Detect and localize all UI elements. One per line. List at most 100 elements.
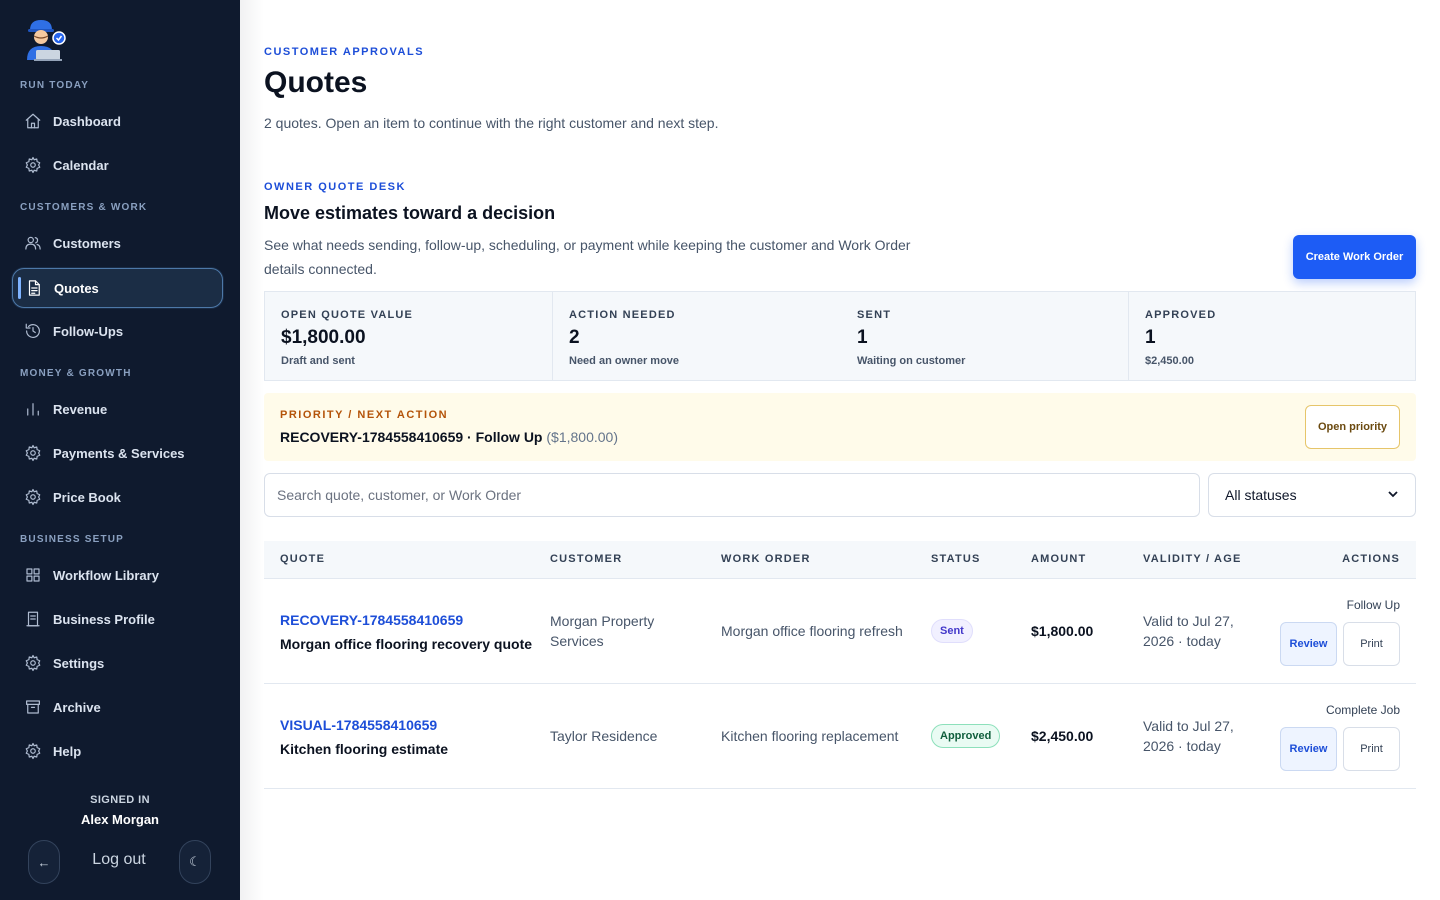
desk-eyebrow: OWNER QUOTE DESK (264, 181, 406, 193)
gear-icon (24, 156, 42, 174)
logout-button[interactable]: Log out (60, 851, 178, 869)
app-logo-icon[interactable] (22, 16, 68, 64)
gear-icon (24, 444, 42, 462)
status-filter-select[interactable]: All statuses (1208, 473, 1416, 517)
stat-label: OPEN QUOTE VALUE (281, 309, 414, 321)
sidebar-item-follow-ups[interactable]: Follow-Ups (12, 311, 223, 351)
priority-amount: ($1,800.00) (546, 429, 618, 445)
sidebar-item-label: Payments & Services (53, 445, 185, 461)
priority-label: PRIORITY / NEXT ACTION (280, 409, 449, 421)
column-header-status: STATUS (931, 553, 981, 565)
next-step-label: Complete Job (1325, 703, 1400, 717)
stat-approved: APPROVED 1 $2,450.00 (1129, 292, 1415, 380)
column-header-validity: VALIDITY / AGE (1143, 553, 1242, 565)
sidebar-item-dashboard[interactable]: Dashboard (12, 101, 223, 141)
stat-sub: Draft and sent (281, 355, 355, 367)
page-subtitle: 2 quotes. Open an item to continue with … (264, 115, 719, 131)
status-badge: Sent (931, 619, 973, 643)
document-icon (25, 279, 43, 297)
section-label-customers-work: CUSTOMERS & WORK (20, 202, 148, 213)
sidebar-item-label: Business Profile (53, 611, 155, 627)
desk-title: Move estimates toward a decision (264, 203, 556, 223)
sidebar-item-quotes[interactable]: Quotes (12, 268, 223, 308)
stat-value: $1,800.00 (281, 327, 366, 348)
sidebar: RUN TODAY Dashboard Calendar CUSTOMERS &… (0, 0, 240, 900)
stat-value: 2 (569, 327, 580, 348)
review-button[interactable]: Review (1280, 727, 1337, 771)
gear-icon (24, 488, 42, 506)
validity-age: Valid to Jul 27, 2026 · today (1143, 613, 1234, 649)
print-button[interactable]: Print (1343, 622, 1400, 666)
stat-sent: SENT 1 Waiting on customer (841, 292, 1128, 380)
work-order-name: Morgan office flooring refresh (721, 623, 903, 639)
priority-banner: PRIORITY / NEXT ACTION RECOVERY-17845584… (264, 393, 1416, 461)
stat-sub: Waiting on customer (857, 355, 966, 367)
print-button[interactable]: Print (1343, 727, 1400, 771)
theme-toggle-button[interactable]: ☾ (179, 840, 211, 884)
desk-description: See what needs sending, follow-up, sched… (264, 237, 911, 277)
sidebar-item-revenue[interactable]: Revenue (12, 389, 223, 429)
arrow-left-icon: ← (37, 854, 51, 870)
sidebar-item-business-profile[interactable]: Business Profile (12, 599, 223, 639)
column-header-customer: CUSTOMER (550, 553, 623, 565)
history-icon (24, 322, 42, 340)
quote-id-link[interactable]: VISUAL-1784558410659 (280, 717, 437, 733)
gear-icon (24, 742, 42, 760)
chevron-down-icon (1387, 487, 1399, 503)
table-row: VISUAL-1784558410659 Kitchen flooring es… (264, 684, 1416, 789)
sidebar-item-customers[interactable]: Customers (12, 223, 223, 263)
status-badge: Approved (931, 724, 1001, 748)
quote-id-link[interactable]: RECOVERY-1784558410659 (280, 612, 463, 628)
stat-open-quote-value: OPEN QUOTE VALUE $1,800.00 Draft and sen… (265, 292, 552, 380)
gear-icon (24, 654, 42, 672)
quote-name: Morgan office flooring recovery quote (280, 636, 533, 652)
priority-text: RECOVERY-1784558410659 · Follow Up ($1,8… (280, 429, 618, 445)
status-filter-value: All statuses (1225, 487, 1297, 503)
open-priority-button[interactable]: Open priority (1305, 405, 1400, 449)
next-step-label: Follow Up (1346, 598, 1400, 612)
sidebar-item-payments-services[interactable]: Payments & Services (12, 433, 223, 473)
section-label-business-setup: BUSINESS SETUP (20, 534, 125, 545)
search-input[interactable] (264, 473, 1200, 517)
sidebar-item-calendar[interactable]: Calendar (12, 145, 223, 185)
sidebar-item-label: Dashboard (53, 113, 121, 129)
customer-name: Taylor Residence (550, 728, 658, 744)
page-title: Quotes (264, 66, 368, 99)
stat-sub: Need an owner move (569, 355, 680, 367)
moon-icon: ☾ (189, 854, 201, 869)
quote-amount: $1,800.00 (1031, 623, 1094, 639)
stat-label: SENT (857, 309, 892, 321)
stat-action-needed: ACTION NEEDED 2 Need an owner move (553, 292, 841, 380)
sidebar-item-label: Customers (53, 235, 121, 251)
stat-label: APPROVED (1145, 309, 1217, 321)
grid-icon (24, 566, 42, 584)
stat-label: ACTION NEEDED (569, 309, 676, 321)
sidebar-item-workflow-library[interactable]: Workflow Library (12, 555, 223, 595)
section-label-money-growth: MONEY & GROWTH (20, 368, 132, 379)
page-eyebrow: CUSTOMER APPROVALS (264, 46, 425, 58)
review-button[interactable]: Review (1280, 622, 1337, 666)
sidebar-item-settings[interactable]: Settings (12, 643, 223, 683)
stat-sub: $2,450.00 (1145, 355, 1194, 367)
stat-value: 1 (857, 327, 868, 348)
users-icon (24, 234, 42, 252)
section-label-run-today: RUN TODAY (20, 80, 90, 91)
column-header-actions: ACTIONS (1342, 553, 1400, 565)
home-icon (24, 112, 42, 130)
sidebar-item-label: Revenue (53, 401, 108, 417)
quote-name: Kitchen flooring estimate (280, 741, 449, 757)
sidebar-item-price-book[interactable]: Price Book (12, 477, 223, 517)
signed-in-label: SIGNED IN (90, 794, 150, 806)
create-work-order-button[interactable]: Create Work Order (1293, 235, 1416, 279)
sidebar-item-archive[interactable]: Archive (12, 687, 223, 727)
sidebar-item-label: Workflow Library (53, 567, 159, 583)
back-button[interactable]: ← (28, 840, 60, 884)
quote-amount: $2,450.00 (1031, 728, 1094, 744)
table-header: QUOTE CUSTOMER WORK ORDER STATUS AMOUNT … (264, 541, 1416, 579)
column-header-amount: AMOUNT (1031, 553, 1087, 565)
archive-icon (24, 698, 42, 716)
sidebar-item-help[interactable]: Help (12, 731, 223, 771)
sidebar-item-label: Calendar (53, 157, 109, 173)
sidebar-item-label: Follow-Ups (53, 323, 124, 339)
sidebar-item-label: Settings (53, 655, 105, 671)
